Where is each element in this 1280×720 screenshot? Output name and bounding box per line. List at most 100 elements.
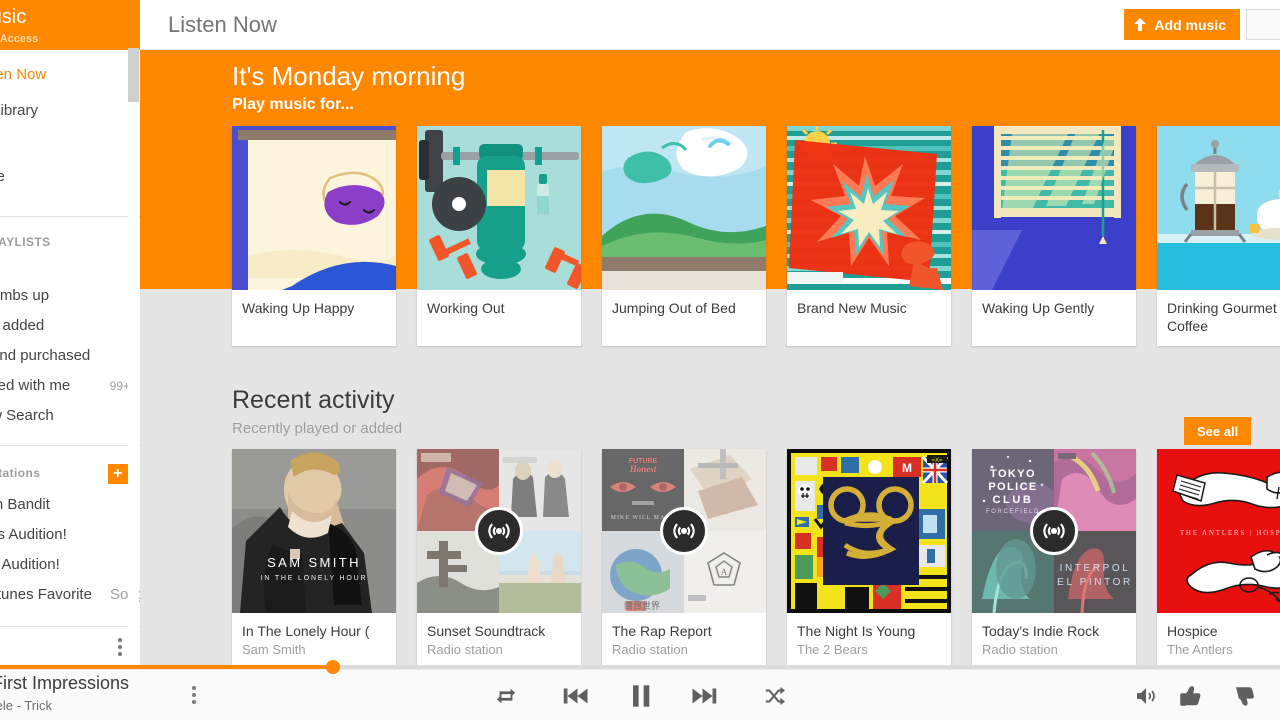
card-meta: The Night Is Young The 2 Bears xyxy=(787,613,951,668)
album-card-the-night-is-young[interactable]: M =X= The Night Is Young The 2 Bears xyxy=(787,449,951,668)
thumb-down-icon[interactable] xyxy=(1224,670,1264,720)
card-subtitle: Radio station xyxy=(982,642,1058,657)
see-all-button[interactable]: See all xyxy=(1184,417,1252,445)
french-press-artwork xyxy=(1157,126,1280,290)
sidebar-item-listen-now[interactable]: Listen Now xyxy=(0,60,140,90)
red-starburst-artwork xyxy=(787,126,951,290)
sidebar-item-shared-with-me[interactable]: Shared with me 99+ xyxy=(0,371,140,401)
sidebar-item-new-search[interactable]: New Search xyxy=(0,401,140,431)
now-playing-title: First Impressions xyxy=(0,673,130,693)
album-card-sunset-soundtrack[interactable]: Sunset Soundtrack Radio station xyxy=(417,449,581,668)
sidebar-divider-2 xyxy=(0,445,140,446)
sidebar-item-badge: 99+ xyxy=(109,379,130,393)
card-subtitle: Sam Smith xyxy=(242,642,306,657)
sidebar-item-label: Listen Now xyxy=(0,66,47,83)
app-header: Listen Now Add music xyxy=(140,0,1280,50)
card-meta: Waking Up Happy xyxy=(232,290,396,343)
now-playing-overflow-menu-icon[interactable] xyxy=(192,686,196,704)
sidebar-item-rachels-audition[interactable]: Rachel's Audition! xyxy=(0,520,140,550)
mood-card-waking-up-happy[interactable]: Waking Up Happy xyxy=(232,126,396,346)
card-title: Hospice xyxy=(1167,623,1218,639)
sam-smith-cover-artwork: SAM SMITH IN THE LONELY HOUR xyxy=(232,449,396,613)
sidebar-item-my-library[interactable]: My Library xyxy=(0,96,140,126)
player-bar: First Impressions Kele - Trick xyxy=(0,669,1280,720)
radio-station-badge xyxy=(1030,507,1078,555)
card-title: Waking Up Gently xyxy=(982,300,1095,316)
collage-sunset-artwork xyxy=(417,449,581,613)
antlers-hospice-cover-artwork: THE ANTLERS | HOSPICE xyxy=(1157,449,1280,613)
add-music-label: Add music xyxy=(1154,16,1226,33)
sidebar-divider-1 xyxy=(0,216,140,217)
sidebar-item-thumbs-up[interactable]: Thumbs up xyxy=(0,281,140,311)
mood-card-brand-new-music[interactable]: Brand New Music xyxy=(787,126,951,346)
sidebar-item-lucys-audition[interactable]: Lucy's Audition! xyxy=(0,550,140,580)
radio-station-badge xyxy=(475,507,523,555)
volume-icon[interactable] xyxy=(1126,670,1166,720)
card-meta: Waking Up Gently xyxy=(972,290,1136,343)
svg-text:SAM SMITH: SAM SMITH xyxy=(267,555,361,570)
sidebar-scrollbar-track[interactable] xyxy=(128,48,139,648)
album-card-in-the-lonely-hour[interactable]: SAM SMITH IN THE LONELY HOUR In The Lone… xyxy=(232,449,396,668)
sidebar-item-label: New Search xyxy=(0,407,54,424)
album-card-the-rap-report[interactable]: FUTURE Honest MIKE WILL MADE xyxy=(602,449,766,668)
sidebar-item-free-and-purchased[interactable]: Free and purchased xyxy=(0,341,140,371)
shuffle-icon[interactable] xyxy=(754,670,794,720)
sidebar-section-playlists: PLAYLISTS xyxy=(0,229,140,255)
recent-activity-card-row: SAM SMITH IN THE LONELY HOUR In The Lone… xyxy=(232,449,1280,668)
sidebar-item-last-added[interactable]: Last added xyxy=(0,311,140,341)
card-title: Working Out xyxy=(427,300,505,316)
mood-card-working-out[interactable]: Working Out xyxy=(417,126,581,346)
card-title: Waking Up Happy xyxy=(242,300,355,316)
section-title: Recent activity xyxy=(232,386,395,414)
sidebar-item-2014-itunes-favorite-songs[interactable]: 2014 itunes Favorite Songs xyxy=(0,580,140,610)
next-track-icon[interactable] xyxy=(681,670,729,720)
mood-card-drinking-gourmet-coffee[interactable]: Drinking Gourmet Coffee xyxy=(1157,126,1280,346)
hero-subtitle: Play music for... xyxy=(232,96,354,113)
sidebar-scrollbar-thumb[interactable] xyxy=(128,48,139,102)
sidebar-item-label: Shared with me xyxy=(0,377,71,394)
thumb-up-icon[interactable] xyxy=(1170,670,1210,720)
card-title: In The Lonely Hour ( xyxy=(242,623,370,639)
card-meta: Brand New Music xyxy=(787,290,951,343)
sidebar-item-clean-bandit[interactable]: Clean Bandit xyxy=(0,490,140,520)
album-card-todays-indie-rock[interactable]: TOKYO POLICE CLUB FORCEFIELD xyxy=(972,449,1136,668)
svg-text:THE ANTLERS | HOSPICE: THE ANTLERS | HOSPICE xyxy=(1180,529,1280,537)
add-music-button[interactable]: Add music xyxy=(1124,9,1240,40)
card-meta: In The Lonely Hour ( Sam Smith xyxy=(232,613,396,668)
header-overflow-button[interactable] xyxy=(1246,9,1280,40)
sidebar-item-label: Thumbs up xyxy=(0,287,50,304)
card-meta: Sunset Soundtrack Radio station xyxy=(417,613,581,668)
bed-pillow-artwork xyxy=(602,126,766,290)
window-blinds-artwork xyxy=(972,126,1136,290)
playback-progress-bar[interactable] xyxy=(0,660,1280,674)
collage-indie-artwork: TOKYO POLICE CLUB FORCEFIELD xyxy=(972,449,1136,613)
main-content-scroll-area: Waking Up Happy Working Out Jumping Out … xyxy=(140,50,1280,668)
svg-text:=X=: =X= xyxy=(931,458,943,464)
album-card-hospice[interactable]: THE ANTLERS | HOSPICE xyxy=(1157,449,1280,668)
card-title: The Rap Report xyxy=(612,623,712,639)
repeat-icon[interactable] xyxy=(486,670,526,720)
sidebar-item-label: My Library xyxy=(0,102,39,119)
card-subtitle: The 2 Bears xyxy=(797,642,868,657)
card-title: Jumping Out of Bed xyxy=(612,300,736,316)
svg-text:IN THE LONELY HOUR: IN THE LONELY HOUR xyxy=(261,575,368,582)
sleep-mask-artwork xyxy=(232,126,396,290)
mood-card-jumping-out-of-bed[interactable]: Jumping Out of Bed xyxy=(602,126,766,346)
brand-header[interactable]: Music All Access xyxy=(0,0,140,50)
sidebar: Music All Access Listen Now My Library E… xyxy=(0,0,140,668)
card-title: Brand New Music xyxy=(797,300,907,316)
sidebar-overflow-menu-icon[interactable] xyxy=(118,638,122,656)
now-playing-artist: Kele - Trick xyxy=(0,698,53,713)
pause-icon[interactable] xyxy=(617,670,665,720)
mood-card-waking-up-gently[interactable]: Waking Up Gently xyxy=(972,126,1136,346)
sidebar-item-label: 2014 itunes Favorite xyxy=(0,586,92,603)
add-radio-station-button[interactable]: + xyxy=(108,464,128,484)
sidebar-item-label: Clean Bandit xyxy=(0,496,50,513)
playback-progress-handle[interactable] xyxy=(325,660,340,674)
card-title: Today's Indie Rock xyxy=(982,623,1100,639)
card-meta: Today's Indie Rock Radio station xyxy=(972,613,1136,668)
sidebar-item-explore[interactable]: Explore xyxy=(0,162,140,192)
playback-progress-fill xyxy=(0,665,333,669)
card-meta: The Rap Report Radio station xyxy=(602,613,766,668)
previous-track-icon[interactable] xyxy=(551,670,599,720)
